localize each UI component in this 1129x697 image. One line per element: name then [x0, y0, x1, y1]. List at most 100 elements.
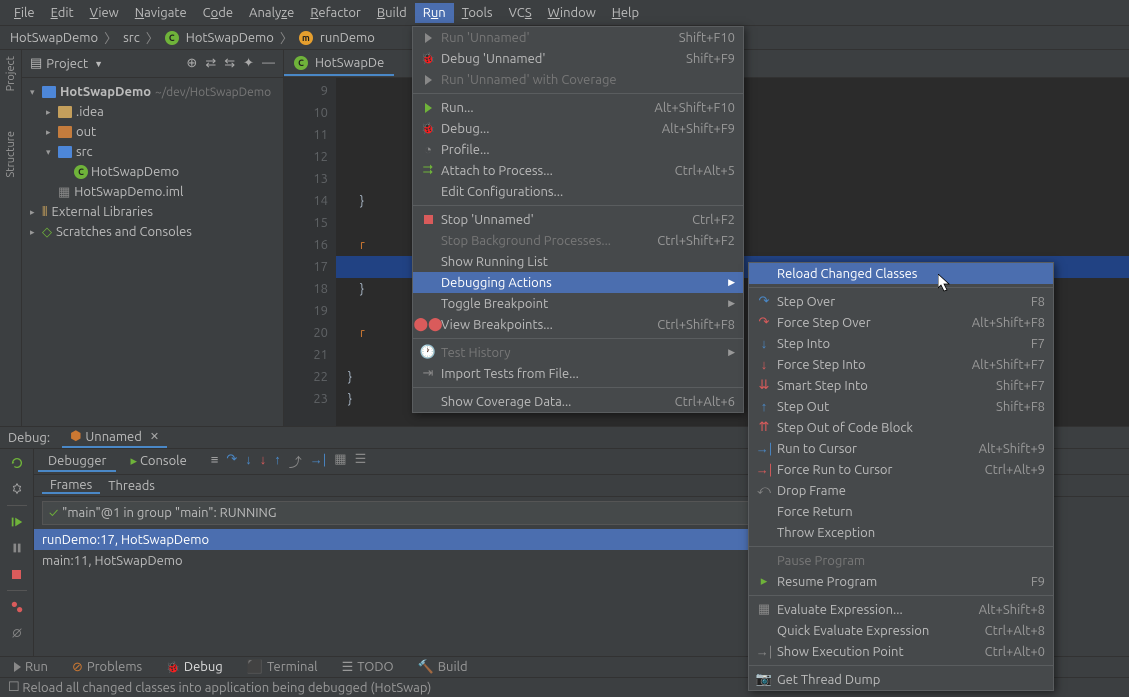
- menu-item[interactable]: ⇥Import Tests from File...: [413, 363, 743, 384]
- structure-toolwindow-tab[interactable]: Structure: [5, 131, 17, 178]
- pause-button[interactable]: [7, 538, 27, 558]
- step-out-icon[interactable]: ↑: [274, 452, 281, 471]
- stop-button[interactable]: [7, 564, 27, 584]
- project-tree[interactable]: ▾HotSwapDemo~/dev/HotSwapDemo ▸.idea ▸ou…: [22, 78, 283, 246]
- tree-folder-idea[interactable]: .idea: [76, 105, 104, 119]
- rerun-button[interactable]: [7, 453, 27, 473]
- menu-item[interactable]: Stop 'Unnamed'Ctrl+F2: [413, 209, 743, 230]
- menu-item: Pause Program: [749, 550, 1053, 571]
- menu-item[interactable]: Throw Exception: [749, 522, 1053, 543]
- step-into-icon[interactable]: ↓: [245, 452, 252, 471]
- threads-tab[interactable]: Threads: [100, 479, 163, 493]
- tree-folder-src[interactable]: src: [76, 145, 93, 159]
- menu-item[interactable]: ⇈Step Out of Code Block: [749, 417, 1053, 438]
- menu-item[interactable]: Quick Evaluate ExpressionCtrl+Alt+8: [749, 620, 1053, 641]
- menu-item[interactable]: Force Return: [749, 501, 1053, 522]
- menu-code[interactable]: Code: [195, 3, 241, 23]
- menu-item[interactable]: →|Show Execution PointCtrl+Alt+0: [749, 641, 1053, 662]
- problems-toolwindow-tab[interactable]: ⊘Problems: [66, 658, 148, 677]
- menu-item[interactable]: ⇊Smart Step IntoShift+F7: [749, 375, 1053, 396]
- stack-frame[interactable]: runDemo:17, HotSwapDemo: [34, 529, 849, 550]
- close-icon[interactable]: ✕: [150, 430, 159, 443]
- menu-window[interactable]: Window: [540, 3, 604, 23]
- menu-run[interactable]: Run: [415, 3, 454, 23]
- menu-item[interactable]: ⮆Attach to Process...Ctrl+Alt+5: [413, 160, 743, 181]
- menu-file[interactable]: File: [6, 3, 43, 23]
- frames-tab[interactable]: Frames: [42, 478, 100, 494]
- force-step-into-icon[interactable]: ↓: [260, 452, 267, 471]
- breadcrumb-class[interactable]: HotSwapDemo: [186, 31, 274, 45]
- todo-toolwindow-tab[interactable]: ☰TODO: [336, 658, 400, 677]
- tree-scratches[interactable]: Scratches and Consoles: [56, 225, 192, 239]
- breadcrumb-method[interactable]: runDemo: [320, 31, 375, 45]
- breadcrumb-folder[interactable]: src: [123, 31, 140, 45]
- menu-edit[interactable]: Edit: [43, 3, 82, 23]
- menu-item[interactable]: ↷Force Step OverAlt+Shift+F8: [749, 312, 1053, 333]
- modify-run-config-button[interactable]: [7, 479, 27, 499]
- menu-view[interactable]: View: [82, 3, 127, 23]
- select-opened-file-icon[interactable]: ⊕: [186, 56, 197, 71]
- tree-iml-file[interactable]: HotSwapDemo.iml: [74, 185, 183, 199]
- menu-item[interactable]: ⬤⬤View Breakpoints...Ctrl+Shift+F8: [413, 314, 743, 335]
- menu-item[interactable]: ▸Resume ProgramF9: [749, 571, 1053, 592]
- run-to-cursor-icon[interactable]: →|: [310, 452, 327, 471]
- hide-icon[interactable]: —: [262, 56, 275, 71]
- menu-build[interactable]: Build: [369, 3, 415, 23]
- menu-item[interactable]: →|Force Run to CursorCtrl+Alt+9: [749, 459, 1053, 480]
- debugger-tab[interactable]: Debugger: [38, 452, 116, 472]
- project-toolwindow-tab[interactable]: Project: [5, 56, 17, 91]
- menu-tools[interactable]: Tools: [454, 3, 501, 23]
- menu-item[interactable]: ↓Step IntoF7: [749, 333, 1053, 354]
- menu-item[interactable]: ◔Profile...: [413, 139, 743, 160]
- collapse-all-icon[interactable]: ⇆: [224, 56, 235, 71]
- stack-frame[interactable]: main:11, HotSwapDemo: [34, 550, 849, 571]
- menu-item[interactable]: 🐞Debug...Alt+Shift+F9: [413, 118, 743, 139]
- menu-item[interactable]: Reload Changed Classes: [749, 263, 1053, 284]
- tree-external-libs[interactable]: External Libraries: [51, 205, 153, 219]
- menu-item[interactable]: Debugging Actions▶: [413, 272, 743, 293]
- mute-breakpoints-button[interactable]: [7, 623, 27, 643]
- menu-vcs[interactable]: VCS: [501, 3, 540, 23]
- menu-analyze[interactable]: Analyze: [241, 3, 302, 23]
- menu-item[interactable]: 🐞Debug 'Unnamed'Shift+F9: [413, 48, 743, 69]
- build-toolwindow-tab[interactable]: 🔨Build: [412, 658, 474, 677]
- project-root[interactable]: HotSwapDemo: [60, 85, 151, 99]
- run-toolwindow-tab[interactable]: Run: [8, 658, 54, 676]
- thread-selector[interactable]: ✓"main"@1 in group "main": RUNNING▼: [42, 501, 841, 525]
- menu-help[interactable]: Help: [604, 3, 647, 23]
- menu-item[interactable]: 📷Get Thread Dump: [749, 669, 1053, 690]
- project-panel-title[interactable]: Project: [46, 57, 88, 71]
- menu-item[interactable]: Edit Configurations...: [413, 181, 743, 202]
- menu-item[interactable]: ⤺Drop Frame: [749, 480, 1053, 501]
- terminal-toolwindow-tab[interactable]: ⬛Terminal: [241, 658, 324, 677]
- menu-item[interactable]: →|Run to CursorAlt+Shift+9: [749, 438, 1053, 459]
- menu-item[interactable]: ↷Step OverF8: [749, 291, 1053, 312]
- trace-icon[interactable]: ☰: [355, 452, 367, 471]
- menu-item[interactable]: ↓Force Step IntoAlt+Shift+F7: [749, 354, 1053, 375]
- menu-item[interactable]: Run...Alt+Shift+F10: [413, 97, 743, 118]
- dropdown-icon[interactable]: ▼: [94, 59, 103, 69]
- step-toolbar-icon[interactable]: ≡: [211, 452, 219, 471]
- tree-folder-out[interactable]: out: [76, 125, 96, 139]
- menu-refactor[interactable]: Refactor: [302, 3, 369, 23]
- call-stack[interactable]: runDemo:17, HotSwapDemomain:11, HotSwapD…: [34, 529, 849, 656]
- editor-tab[interactable]: CHotSwapDe: [284, 52, 394, 76]
- view-breakpoints-button[interactable]: [7, 597, 27, 617]
- debug-toolwindow-tab[interactable]: 🐞Debug: [160, 658, 229, 676]
- settings-icon[interactable]: ✦: [243, 56, 254, 71]
- breadcrumb-project[interactable]: HotSwapDemo: [10, 31, 98, 45]
- menu-item[interactable]: Show Coverage Data...Ctrl+Alt+6: [413, 391, 743, 412]
- menu-item[interactable]: Toggle Breakpoint▶: [413, 293, 743, 314]
- console-tab[interactable]: ▸ Console: [120, 452, 196, 471]
- menu-item[interactable]: Show Running List: [413, 251, 743, 272]
- menu-item[interactable]: ↑Step OutShift+F8: [749, 396, 1053, 417]
- step-over-icon[interactable]: ↷: [226, 452, 237, 471]
- debug-session-tab[interactable]: ⬢ Unnamed ✕: [62, 427, 167, 448]
- drop-frame-icon[interactable]: ⤴: [289, 452, 302, 471]
- evaluate-icon[interactable]: ▦: [334, 452, 346, 471]
- resume-button[interactable]: [7, 512, 27, 532]
- expand-all-icon[interactable]: ⇄: [205, 56, 216, 71]
- menu-item[interactable]: ▦Evaluate Expression...Alt+Shift+8: [749, 599, 1053, 620]
- menu-navigate[interactable]: Navigate: [127, 3, 195, 23]
- tree-class-file[interactable]: HotSwapDemo: [91, 165, 179, 179]
